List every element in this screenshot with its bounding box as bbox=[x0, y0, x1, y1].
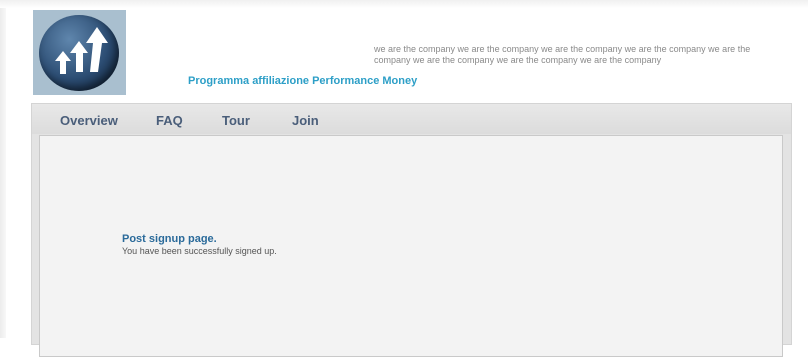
nav-item-overview[interactable]: Overview bbox=[60, 113, 118, 128]
nav-item-tour[interactable]: Tour bbox=[222, 113, 250, 128]
main-container: Overview FAQ Tour Join Post signup page.… bbox=[31, 103, 792, 357]
page-edge-shadow bbox=[0, 0, 6, 338]
site-title[interactable]: Programma affiliazione Performance Money bbox=[188, 75, 417, 87]
content-panel: Post signup page. You have been successf… bbox=[39, 135, 783, 357]
top-nav: Overview FAQ Tour Join bbox=[32, 104, 791, 134]
page-top-shadow bbox=[0, 0, 808, 8]
success-message: You have been successfully signed up. bbox=[122, 246, 277, 256]
page-heading: Post signup page. bbox=[122, 233, 217, 245]
rising-arrows-logo-icon bbox=[33, 10, 126, 95]
arrows-icon bbox=[55, 27, 108, 74]
nav-item-join[interactable]: Join bbox=[292, 113, 319, 128]
company-tagline: we are the company we are the company we… bbox=[374, 44, 751, 65]
nav-item-faq[interactable]: FAQ bbox=[156, 113, 183, 128]
